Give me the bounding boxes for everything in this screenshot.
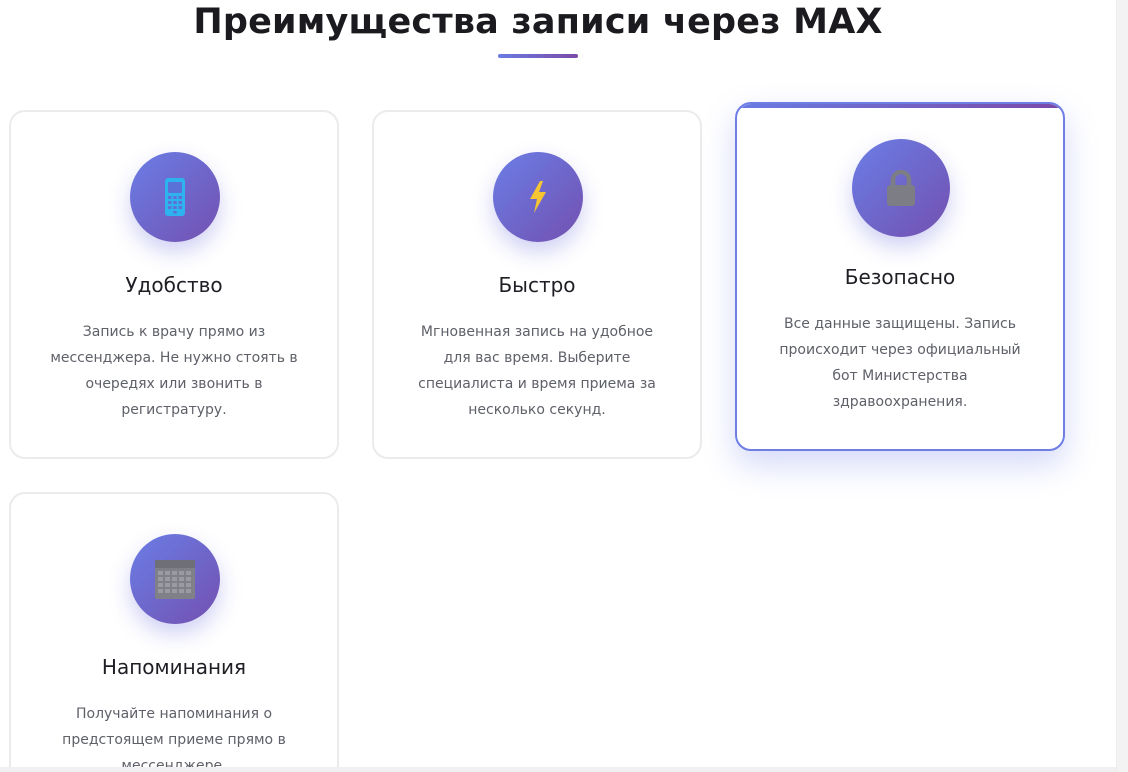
- page: Преимущества записи через MAX Удобство З…: [0, 0, 1128, 772]
- calendar-icon: [155, 560, 195, 599]
- lightning-icon: [530, 181, 546, 213]
- feature-title: Быстро: [498, 273, 576, 297]
- feature-title: Безопасно: [844, 265, 956, 289]
- mobile-phone-icon: [165, 178, 185, 216]
- feature-icon-circle: [130, 152, 220, 242]
- feature-description: Запись к врачу прямо из мессенджера. Не …: [50, 324, 298, 418]
- scrollbar-track[interactable]: [1116, 0, 1128, 772]
- feature-card-convenience: Удобство Запись к врачу прямо из мессенд…: [9, 110, 339, 459]
- lock-icon: [887, 169, 915, 206]
- feature-description: Получайте напоминания о предстоящем прие…: [62, 706, 286, 772]
- feature-icon-circle: [852, 139, 950, 237]
- feature-title: Удобство: [125, 273, 223, 297]
- feature-card-secure: Безопасно Все данные защищены. Запись пр…: [735, 102, 1065, 451]
- section-title: Преимущества записи через MAX: [193, 2, 883, 42]
- title-underline: [498, 54, 578, 58]
- feature-card-reminders: Напоминания Получайте напоминания о пред…: [9, 492, 339, 772]
- feature-title: Напоминания: [101, 655, 247, 679]
- feature-icon-circle: [130, 534, 220, 624]
- feature-description: Все данные защищены. Запись происходит ч…: [779, 316, 1021, 410]
- feature-card-fast: Быстро Мгновенная запись на удобное для …: [372, 110, 702, 459]
- feature-description: Мгновенная запись на удобное для вас вре…: [418, 324, 656, 418]
- bottom-divider: [0, 767, 1117, 772]
- feature-icon-circle: [493, 152, 583, 242]
